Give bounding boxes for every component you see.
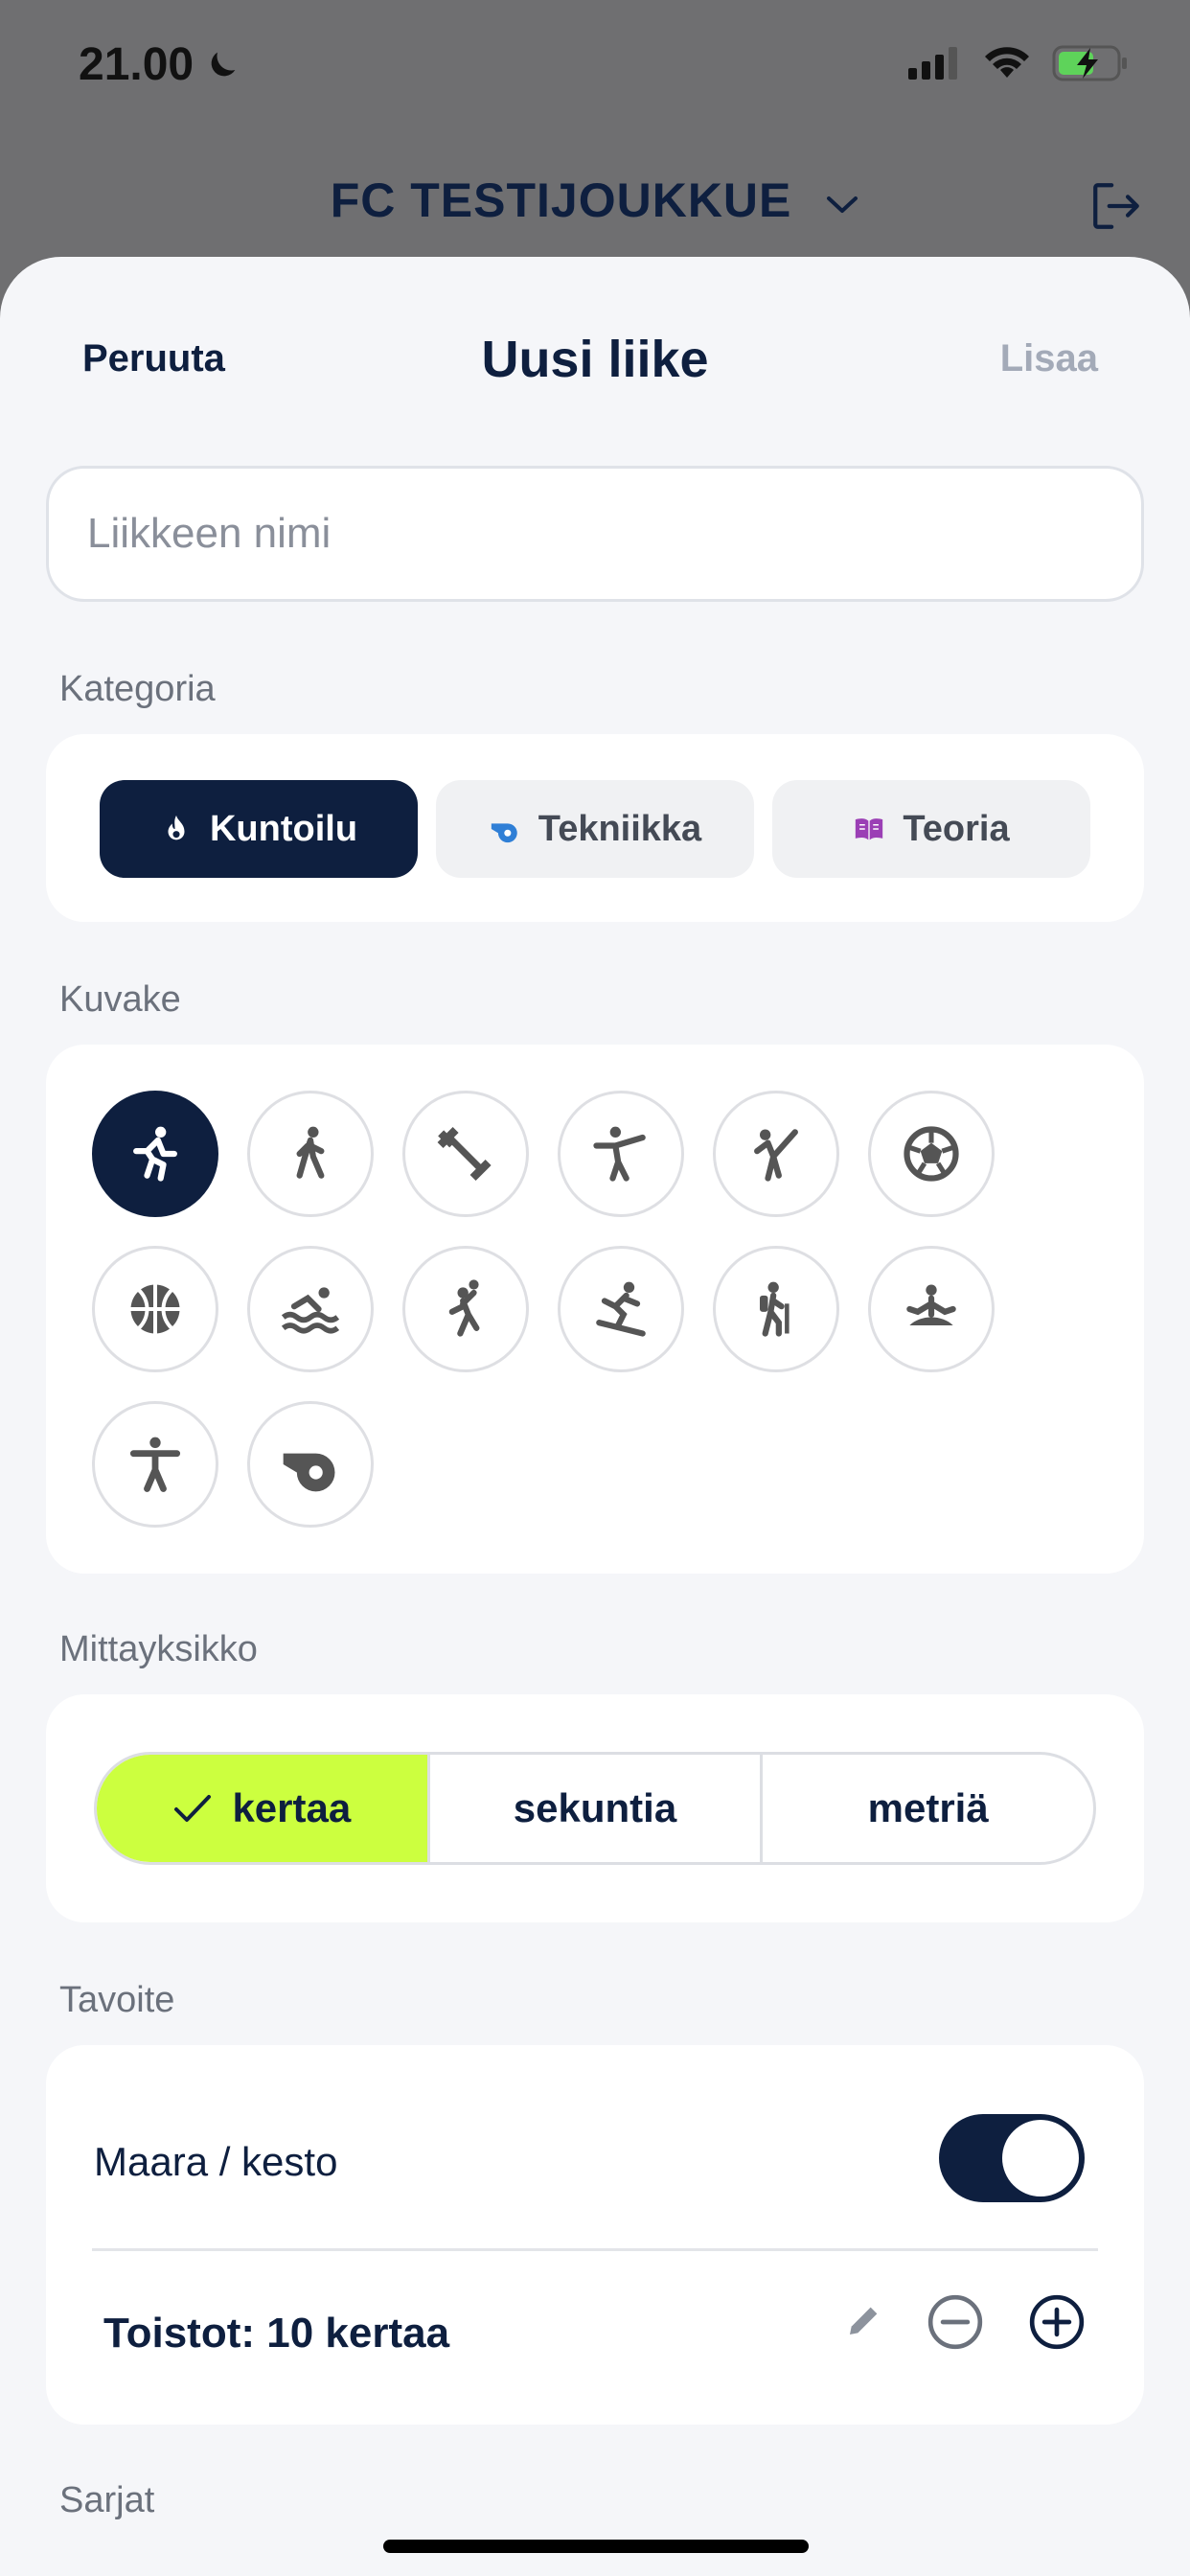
- icon-card: [46, 1045, 1144, 1574]
- goal-label: Tavoite: [59, 1980, 175, 2020]
- icon-option-swimming[interactable]: [247, 1246, 374, 1372]
- exercise-name-input[interactable]: [46, 466, 1144, 602]
- goal-divider: [92, 2248, 1098, 2251]
- soccer-ball-icon: [904, 1126, 959, 1182]
- goal-card: Maara / kesto Toistot: 10 kertaa: [46, 2045, 1144, 2425]
- whistle-icon: [491, 823, 517, 843]
- toggle-knob: [1002, 2120, 1079, 2196]
- unit-option-sekuntia[interactable]: sekuntia: [430, 1755, 764, 1862]
- add-button[interactable]: Lisaa: [1000, 337, 1098, 380]
- meditation-icon: [906, 1284, 956, 1325]
- icon-label: Kuvake: [59, 979, 181, 1020]
- category-label: Kategoria: [59, 669, 216, 709]
- home-indicator: [383, 2540, 809, 2553]
- logout-icon[interactable]: [1088, 178, 1144, 234]
- amount-duration-toggle[interactable]: [939, 2114, 1085, 2202]
- team-selector[interactable]: FC TESTIJOUKKUE: [0, 172, 1190, 228]
- icon-option-dumbbell[interactable]: [402, 1091, 529, 1217]
- unit-option-metria[interactable]: metriä: [763, 1755, 1093, 1862]
- status-time-text: 21.00: [79, 39, 195, 90]
- swimming-icon: [281, 1287, 340, 1334]
- unit-card: kertaa sekuntia metriä: [46, 1694, 1144, 1922]
- minus-circle-icon[interactable]: [926, 2292, 985, 2352]
- pencil-icon: [850, 2307, 878, 2334]
- unit-option-kertaa-label: kertaa: [232, 1785, 352, 1830]
- accessibility-icon: [129, 1437, 181, 1492]
- running-icon: [133, 1126, 177, 1182]
- basketball-icon: [130, 1284, 180, 1334]
- unit-option-sekuntia-label: sekuntia: [513, 1785, 677, 1830]
- icon-option-whistle[interactable]: [247, 1401, 374, 1528]
- icon-option-meditation[interactable]: [868, 1246, 995, 1372]
- unit-option-kertaa[interactable]: kertaa: [97, 1755, 430, 1862]
- book-icon: [856, 818, 883, 840]
- kick-icon: [754, 1129, 798, 1182]
- hiking-icon: [760, 1281, 790, 1337]
- icon-option-running[interactable]: [92, 1091, 218, 1217]
- whistle-icon: [283, 1453, 335, 1492]
- category-card: Kuntoilu Tekniikka Teoria: [46, 734, 1144, 922]
- icon-option-accessibility[interactable]: [92, 1401, 218, 1528]
- unit-label: Mittayksikko: [59, 1629, 258, 1669]
- reps-controls: [845, 2292, 1087, 2352]
- reps-value: Toistot: 10 kertaa: [103, 2310, 450, 2357]
- chevron-down-icon: [827, 196, 858, 213]
- new-exercise-sheet: Peruuta Uusi liike Lisaa Kategoria Kunto…: [0, 257, 1190, 2576]
- moon-icon: [211, 52, 236, 76]
- signal-icon: [908, 47, 957, 80]
- handball-icon: [448, 1279, 480, 1337]
- icon-option-basketball[interactable]: [92, 1246, 218, 1372]
- icon-option-walking[interactable]: [247, 1091, 374, 1217]
- sets-label: Sarjat: [59, 2480, 155, 2520]
- checkmark-icon: [174, 1795, 212, 1822]
- unit-option-metria-label: metriä: [867, 1785, 989, 1830]
- status-time: 21.00: [79, 38, 241, 91]
- battery-charging-icon: [1052, 45, 1127, 81]
- snowboarding-icon: [596, 1281, 646, 1337]
- status-icons: [908, 44, 1129, 82]
- category-teoria-label: Teoria: [903, 808, 1010, 849]
- icon-option-snowboarding[interactable]: [558, 1246, 684, 1372]
- flame-icon: [168, 815, 185, 840]
- category-tekniikka[interactable]: Tekniikka: [436, 780, 754, 878]
- status-bar: 21.00: [0, 0, 1190, 134]
- sheet-header: Peruuta Uusi liike Lisaa: [0, 257, 1190, 429]
- icon-option-soccer[interactable]: [868, 1091, 995, 1217]
- icon-option-hiking[interactable]: [713, 1246, 839, 1372]
- plus-circle-icon[interactable]: [1027, 2292, 1087, 2352]
- dumbbell-icon: [437, 1126, 492, 1182]
- edit-reps-button[interactable]: [845, 2301, 883, 2344]
- wifi-icon: [985, 47, 1029, 78]
- category-kuntoilu-label: Kuntoilu: [209, 808, 358, 849]
- martial-arts-icon: [593, 1126, 646, 1182]
- walking-icon: [296, 1126, 325, 1179]
- category-tekniikka-label: Tekniikka: [538, 808, 702, 849]
- icon-option-martial-arts[interactable]: [558, 1091, 684, 1217]
- category-kuntoilu[interactable]: Kuntoilu: [100, 780, 418, 878]
- icon-option-kick[interactable]: [713, 1091, 839, 1217]
- unit-segmented-control: kertaa sekuntia metriä: [94, 1752, 1096, 1865]
- icon-option-handball[interactable]: [402, 1246, 529, 1372]
- amount-duration-label: Maara / kesto: [94, 2139, 338, 2184]
- category-teoria[interactable]: Teoria: [772, 780, 1090, 878]
- team-name: FC TESTIJOUKKUE: [330, 173, 792, 227]
